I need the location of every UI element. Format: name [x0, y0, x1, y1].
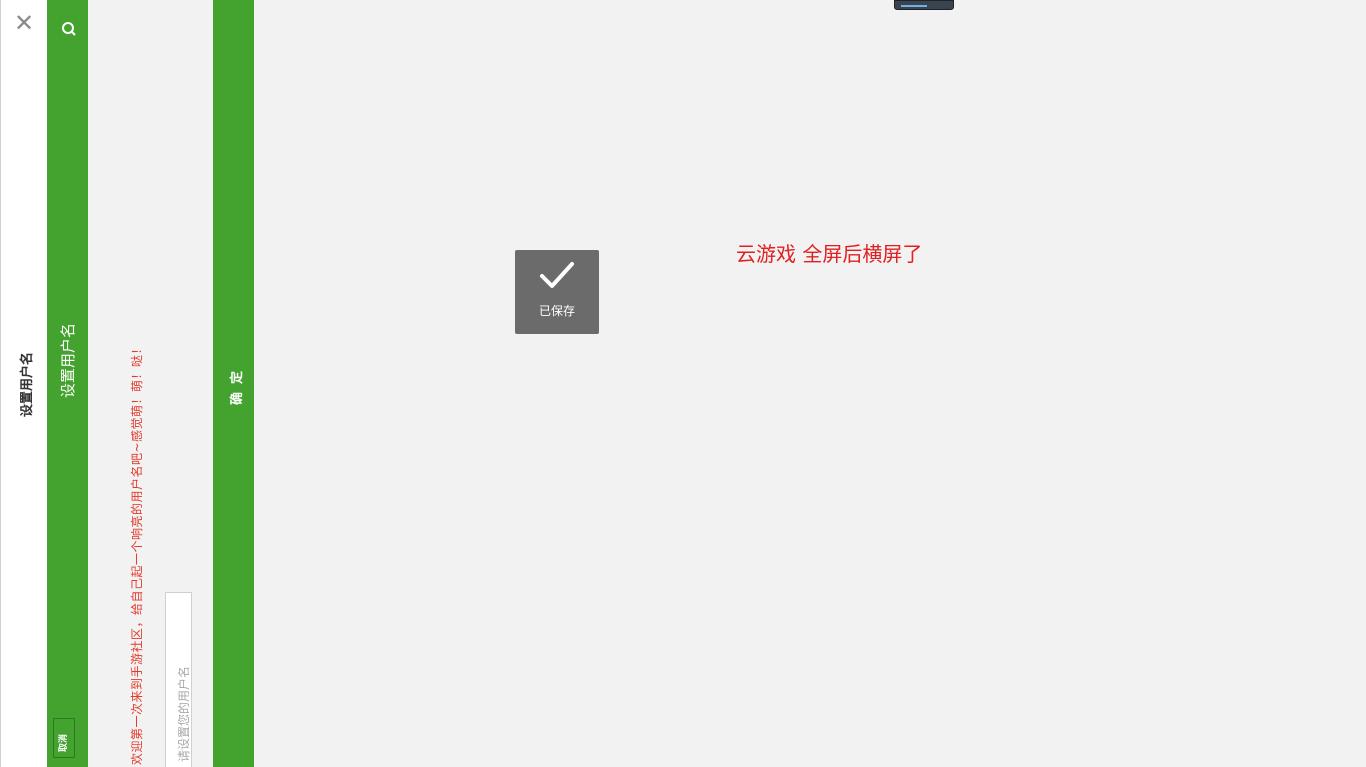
top-progress-fill — [901, 5, 927, 7]
toast-text: 已保存 — [538, 304, 575, 318]
check-icon — [540, 262, 574, 288]
form-area — [88, 0, 213, 767]
welcome-message: 亲，欢迎第一次来到手游社区，给自己起一个响亮的用户名吧~感觉萌！萌！哒！ — [130, 341, 144, 767]
close-icon[interactable]: ✕ — [12, 11, 36, 35]
dialog-title: 设置用户名 — [20, 351, 35, 417]
cancel-button-label: 取消 — [59, 733, 69, 752]
top-progress-handle[interactable] — [894, 0, 954, 10]
header-title: 设置用户名 — [59, 322, 77, 398]
app-stage: ✕ 设置用户名 设置用户名 取消 亲，欢迎第一次来到手游社区，给自己起一个响亮的… — [0, 0, 1366, 767]
saved-toast: 已保存 — [515, 250, 599, 334]
confirm-button-label: 确定 — [230, 362, 245, 405]
username-placeholder: 请设置您的用户名 — [177, 665, 191, 762]
annotation-text: 云游戏 全屏后横屏了 — [736, 242, 923, 266]
search-icon[interactable] — [57, 18, 79, 40]
